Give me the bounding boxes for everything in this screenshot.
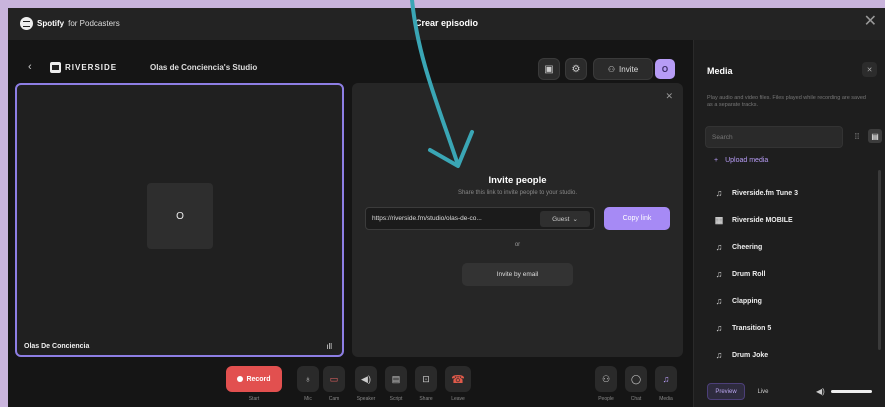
annotation-arrow: [410, 0, 474, 168]
